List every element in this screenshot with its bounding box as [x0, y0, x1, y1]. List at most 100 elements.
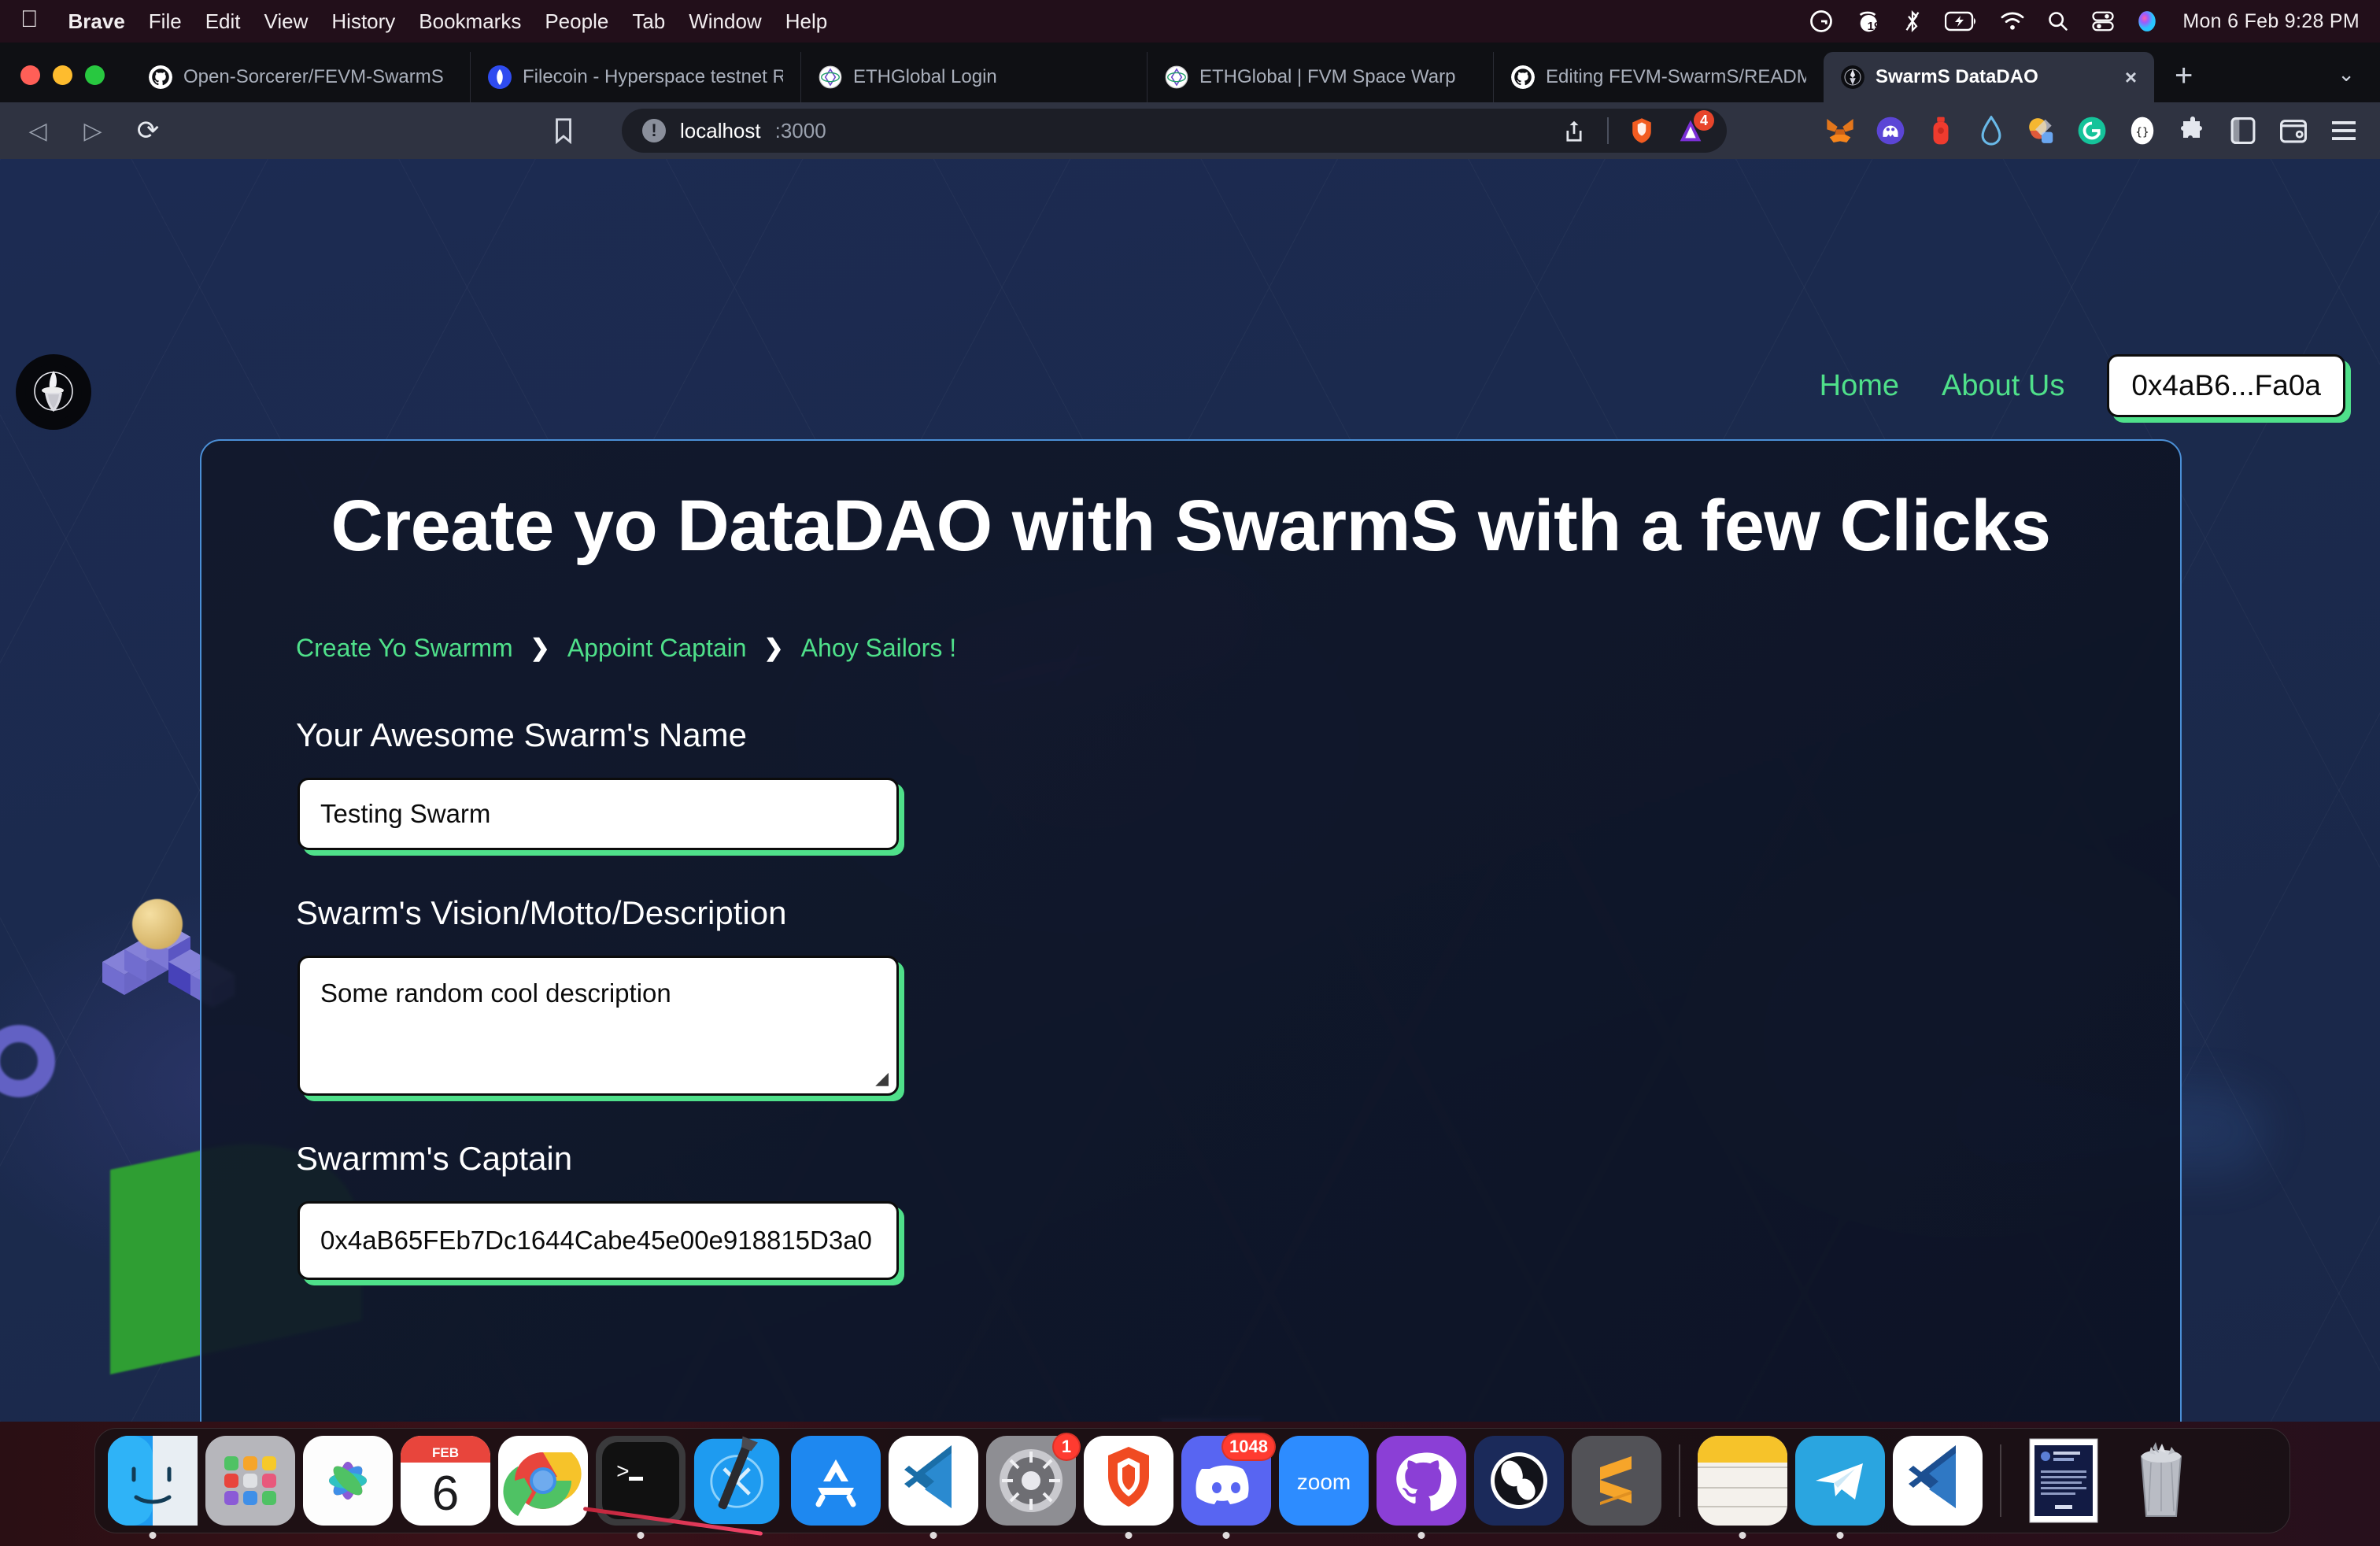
control-center-icon[interactable]: [2091, 11, 2115, 31]
dock-item-finder[interactable]: [108, 1436, 198, 1539]
dock-item-chrome[interactable]: [498, 1436, 588, 1526]
close-window-button[interactable]: [20, 65, 40, 85]
tab-search-button[interactable]: ⌄: [2338, 62, 2355, 87]
sidebar-icon[interactable]: [2227, 115, 2259, 146]
tab-title: SwarmS DataDAO: [1876, 66, 2038, 87]
menu-bar-clock[interactable]: Mon 6 Feb 9:28 PM: [2182, 10, 2360, 33]
battery-charging-icon[interactable]: [1945, 11, 1978, 31]
menu-item-window[interactable]: Window: [689, 9, 761, 34]
bluetooth-off-icon[interactable]: [1902, 9, 1923, 33]
menu-bar-status-area: 19 Mon 6 Feb 9:28 PM: [1809, 9, 2360, 34]
menu-bar-items:  Brave File Edit View History Bookmarks…: [20, 8, 827, 34]
dev-icon[interactable]: {}: [2127, 115, 2158, 146]
minimize-window-button[interactable]: [53, 65, 72, 85]
app-logo[interactable]: [16, 354, 91, 430]
breadcrumb-step-1[interactable]: Create Yo Swarmm: [296, 634, 513, 663]
browser-tab[interactable]: ETHGlobal | FVM Space Warp: [1147, 52, 1493, 102]
breadcrumb: Create Yo Swarmm ❯ Appoint Captain ❯ Aho…: [296, 634, 2180, 663]
timer-19-icon[interactable]: 19: [1855, 9, 1880, 34]
brave-browser-window: Open-Sorcerer/FEVM-SwarmS Filecoin - Hyp…: [0, 43, 2380, 1422]
dock-badge: 1048: [1221, 1433, 1276, 1461]
running-indicator: [1417, 1532, 1425, 1539]
dock-item-vscode[interactable]: [889, 1436, 978, 1539]
running-indicator: [929, 1532, 937, 1539]
wifi-icon[interactable]: [2000, 11, 2025, 31]
dock-item-app-store[interactable]: [791, 1436, 881, 1526]
brave-rewards-icon[interactable]: 4: [1675, 110, 1714, 146]
tab-title: ETHGlobal | FVM Space Warp: [1199, 66, 1456, 87]
menu-item-help[interactable]: Help: [785, 9, 827, 34]
colorpick-icon[interactable]: [2026, 115, 2057, 146]
rainbow-icon[interactable]: [1975, 115, 2007, 146]
wallet-address-button[interactable]: 0x4aB6...Fa0a: [2107, 354, 2345, 417]
dock-item-trash[interactable]: [2116, 1436, 2206, 1526]
wallet-panel-icon[interactable]: [2278, 115, 2309, 146]
maximize-window-button[interactable]: [85, 65, 105, 85]
apple-logo-icon[interactable]: : [20, 8, 39, 31]
menu-item-brave[interactable]: Brave: [68, 9, 125, 34]
browser-tab[interactable]: ETHGlobal Login: [800, 52, 1147, 102]
menu-item-view[interactable]: View: [264, 9, 309, 34]
menu-item-tab[interactable]: Tab: [632, 9, 665, 34]
forward-button[interactable]: ▷: [76, 117, 110, 145]
browser-tab[interactable]: Open-Sorcerer/FEVM-SwarmS: [131, 52, 470, 102]
nav-link-about-us[interactable]: About Us: [1942, 369, 2064, 403]
extensions-puzzle-icon[interactable]: [2177, 115, 2208, 146]
dock-item-discord[interactable]: 1048: [1181, 1433, 1276, 1539]
dock-item-system-settings[interactable]: 1: [986, 1433, 1081, 1526]
dock-item-notes[interactable]: [1698, 1436, 1787, 1539]
menu-item-people[interactable]: People: [545, 9, 608, 34]
chevron-right-icon: ❯: [763, 635, 784, 661]
wallet-icon[interactable]: [1925, 115, 1957, 146]
reload-button[interactable]: ⟳: [131, 115, 165, 146]
running-indicator: [1836, 1532, 1844, 1539]
dock-item-photos[interactable]: [303, 1436, 393, 1526]
dock-item-vscode-insiders[interactable]: [1893, 1436, 1983, 1526]
dock-item-zoom[interactable]: zoom: [1279, 1436, 1369, 1526]
nav-link-home[interactable]: Home: [1820, 369, 1899, 403]
dock-item-calendar[interactable]: FEB 6: [401, 1436, 490, 1526]
dock-item-telegram[interactable]: [1795, 1436, 1885, 1539]
dock-item-document-preview[interactable]: [2019, 1436, 2108, 1526]
breadcrumb-step-2[interactable]: Appoint Captain: [567, 634, 747, 663]
browser-tab-active[interactable]: SwarmS DataDAO ×: [1824, 52, 2154, 102]
not-secure-icon[interactable]: !: [642, 119, 666, 142]
dock-item-launchpad[interactable]: [205, 1436, 295, 1526]
menu-item-file[interactable]: File: [149, 9, 182, 34]
svg-text:>: >: [616, 1461, 630, 1485]
dock-item-xcode[interactable]: [693, 1436, 783, 1526]
search-icon[interactable]: [2047, 10, 2069, 32]
swarm-name-input[interactable]: Testing Swarm: [298, 778, 899, 850]
new-tab-button[interactable]: +: [2154, 60, 2213, 102]
address-bar[interactable]: ! localhost :3000 4: [622, 109, 1727, 153]
metamask-icon[interactable]: [1824, 115, 1856, 146]
dock-item-brave[interactable]: [1084, 1436, 1173, 1539]
close-tab-button[interactable]: ×: [2125, 67, 2137, 87]
bookmark-icon[interactable]: [552, 117, 575, 144]
menu-item-history[interactable]: History: [331, 9, 395, 34]
browser-tab[interactable]: Editing FEVM-SwarmS/README: [1493, 52, 1824, 102]
menu-item-bookmarks[interactable]: Bookmarks: [419, 9, 521, 34]
back-button[interactable]: ◁: [20, 117, 55, 145]
tab-list: Open-Sorcerer/FEVM-SwarmS Filecoin - Hyp…: [131, 43, 2154, 102]
grammarly-icon[interactable]: [2076, 115, 2108, 146]
resize-handle-icon[interactable]: ◢: [875, 1070, 889, 1087]
dock-item-sublime-text[interactable]: [1572, 1436, 1661, 1526]
dock-item-obs[interactable]: [1474, 1436, 1564, 1526]
browser-tab[interactable]: Filecoin - Hyperspace testnet R: [470, 52, 800, 102]
ethglobal-icon: [1165, 65, 1188, 89]
siri-icon[interactable]: [2137, 10, 2157, 32]
share-icon[interactable]: [1558, 115, 1590, 146]
brave-shields-icon[interactable]: [1626, 115, 1658, 146]
create-dao-card: Create yo DataDAO with SwarmS with a few…: [200, 439, 2182, 1422]
menu-item-edit[interactable]: Edit: [205, 9, 241, 34]
swarm-captain-input[interactable]: 0x4aB65FEb7Dc1644Cabe45e00e918815D3a0: [298, 1201, 899, 1280]
swarm-description-textarea[interactable]: Some random cool description ◢: [298, 956, 899, 1096]
dock-badge: 1: [1052, 1433, 1081, 1461]
menu-icon[interactable]: [2328, 115, 2360, 146]
breadcrumb-step-3[interactable]: Ahoy Sailors !: [801, 634, 956, 663]
phantom-icon[interactable]: [1875, 115, 1906, 146]
grammarly-icon[interactable]: [1809, 9, 1833, 33]
dock-item-github-desktop[interactable]: [1377, 1436, 1466, 1539]
running-indicator: [1222, 1532, 1230, 1539]
